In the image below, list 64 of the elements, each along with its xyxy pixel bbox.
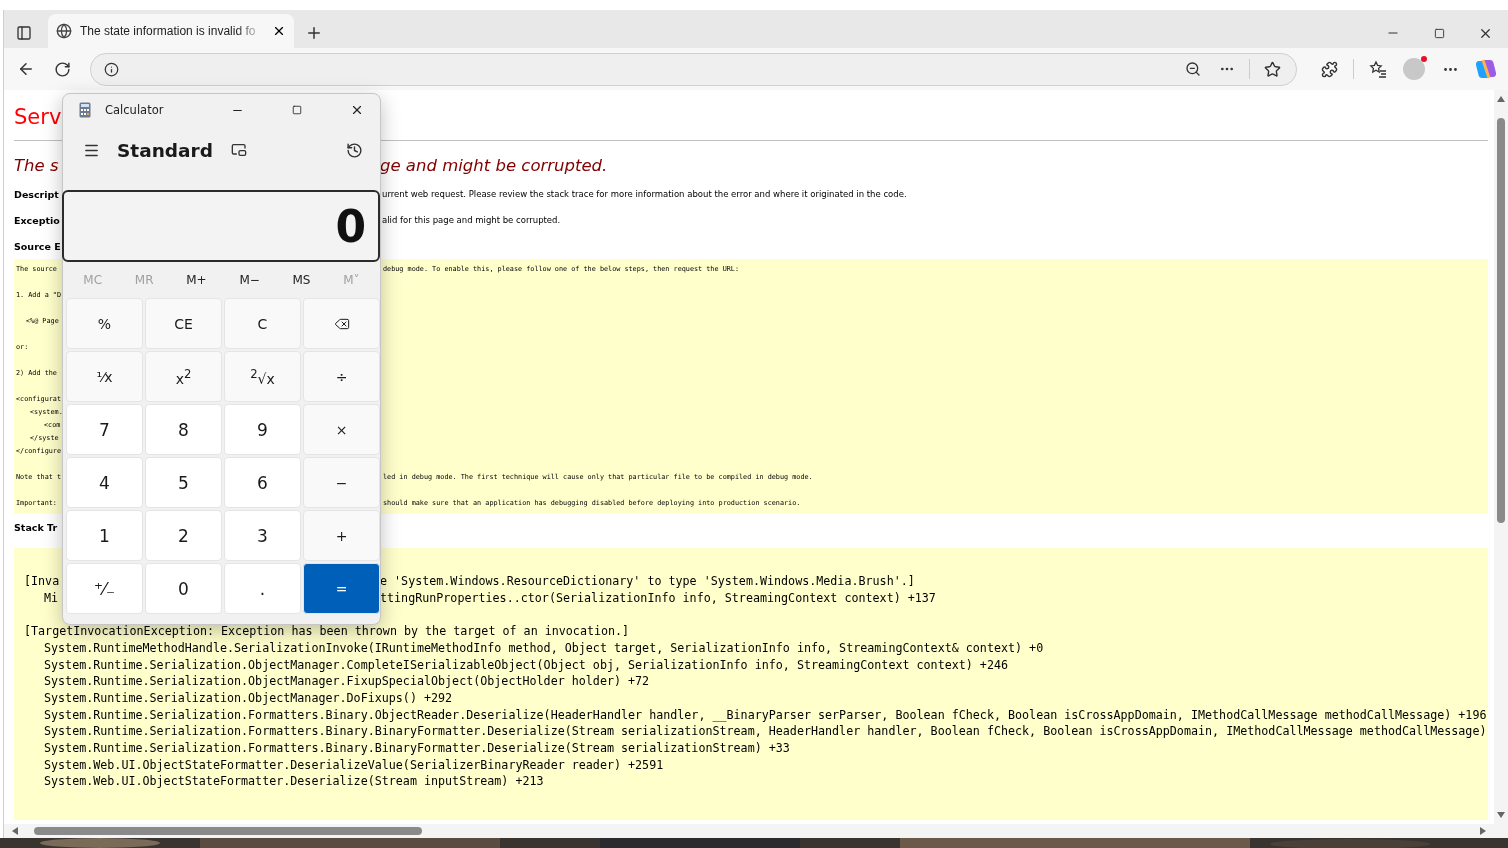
equals-button[interactable]: =: [303, 563, 380, 614]
error-title: The s: [14, 155, 60, 177]
operator-button[interactable]: $^{2}$√x: [224, 351, 301, 402]
field-value: alid for this page and might be corrupted.: [382, 214, 561, 226]
stack-trace-line: System.Web.UI.ObjectStateFormatter.DeserializeValue(SerializerBinaryReader reader) +2591: [43, 757, 664, 772]
field-label: Source E: [14, 240, 62, 252]
stack-trace-line: [Inva: [24, 574, 60, 588]
operator-button[interactable]: ⅟x: [66, 351, 143, 402]
digit-button[interactable]: 7: [66, 404, 143, 455]
stack-trace-line: System.Runtime.Serialization.Formatters.Binary.BinaryFormatter.Deserialize(Stream serializationStream, HeaderHandler handler, Boolean fCheck, Boolean isCrossAppDomain, IMethodCallMessage methodCallMessage): [43, 724, 1487, 739]
stack-trace-line: ttingRunProperties..ctor(SerializationInfo info, StreamingContext context) +137: [380, 589, 936, 607]
memory-button[interactable]: M+: [180, 271, 213, 289]
mode-title: Standard: [117, 139, 213, 161]
tab-title: The state information is invalid fo: [80, 24, 257, 38]
digit-button[interactable]: 6: [224, 457, 301, 508]
memory-button[interactable]: M−: [233, 271, 266, 289]
digit-button[interactable]: 1: [66, 510, 143, 561]
stack-trace-line: System.Web.UI.ObjectStateFormatter.Deserialize(Stream inputStream) +213: [43, 774, 544, 789]
scrollbar-thumb[interactable]: [1497, 118, 1505, 523]
browser-tab[interactable]: The state information is invalid fo: [48, 14, 294, 48]
digit-button[interactable]: 3: [224, 510, 301, 561]
scroll-up-icon[interactable]: [1496, 94, 1506, 104]
stack-trace-line: System.Runtime.Serialization.Formatters.Binary.BinaryFormatter.Deserialize(Stream serializationStream) +33: [43, 741, 790, 755]
digit-button[interactable]: 8: [145, 404, 222, 455]
scroll-left-icon[interactable]: [10, 826, 20, 836]
operator-button[interactable]: +: [303, 510, 380, 561]
stack-trace-line: [TargetInvocationException: Exception has been thrown by the target of an invocation.]: [24, 624, 630, 639]
field-label: Exceptio: [14, 214, 61, 226]
operator-button[interactable]: CE: [145, 298, 222, 349]
scroll-down-icon[interactable]: [1496, 810, 1506, 820]
close-icon[interactable]: [272, 24, 286, 38]
digit-button[interactable]: 2: [145, 510, 222, 561]
stack-trace-line: System.Runtime.Serialization.ObjectManager.FixupSpecialObject(ObjectHolder holder) +72: [43, 674, 650, 689]
stack-trace-line: System.Runtime.Serialization.Formatters.Binary.ObjectReader.Deserialize(HeaderHandler handler, __BinaryParser serParser, Boolean fCheck, Boolean isCrossAppDomain, IMethodCallMessage methodCallMessage) +196: [43, 707, 1487, 722]
digit-button[interactable]: 4: [66, 457, 143, 508]
digit-button[interactable]: 9: [224, 404, 301, 455]
stack-trace-line: System.Runtime.Serialization.ObjectManager.CompleteISerializableObject(Object obj, SerializationInfo info, StreamingContext context) +246: [43, 657, 1008, 672]
digit-button[interactable]: 0: [145, 563, 222, 614]
stack-trace-line: e 'System.Windows.ResourceDictionary' to type 'System.Windows.Media.Brush'.]: [380, 573, 915, 590]
scrollbar-thumb[interactable]: [34, 827, 422, 835]
horizontal-scrollbar[interactable]: [4, 824, 1508, 838]
operator-button[interactable]: −: [303, 457, 380, 508]
digit-button[interactable]: 5: [145, 457, 222, 508]
scroll-right-icon[interactable]: [1478, 826, 1488, 836]
window-title: Calculator: [105, 103, 164, 117]
stack-trace-line: System.Runtime.Serialization.ObjectManager.DoFixups() +292: [43, 690, 453, 705]
field-value: urrent web request. Please review the stack trace for more information about the error and where it originated in the code.: [382, 188, 907, 200]
field-label: Descript: [14, 188, 60, 200]
memory-button[interactable]: MS: [286, 271, 317, 289]
error-title: ge and might be corrupted.: [380, 155, 608, 177]
display-value: 0: [335, 200, 366, 252]
digit-button[interactable]: ⁺⁄₋: [66, 563, 143, 614]
stack-trace-line: System.RuntimeMethodHandle.SerializationInvoke(IRuntimeMethodInfo method, Object target, SerializationInfo info, StreamingContext& context) +0: [43, 640, 1044, 655]
field-label: Stack Tr: [14, 521, 58, 533]
operator-button[interactable]: ×: [303, 404, 380, 455]
calculator-icon: [79, 102, 91, 118]
operator-button[interactable]: ÷: [303, 351, 380, 402]
stack-trace-line: Mi: [43, 590, 59, 605]
digit-button[interactable]: .: [224, 563, 301, 614]
globe-icon: [56, 23, 72, 39]
page-heading: Serv: [14, 104, 62, 131]
operator-button[interactable]: %: [66, 298, 143, 349]
operator-button[interactable]: x$^{2}$: [145, 351, 222, 402]
operator-button[interactable]: C: [224, 298, 301, 349]
